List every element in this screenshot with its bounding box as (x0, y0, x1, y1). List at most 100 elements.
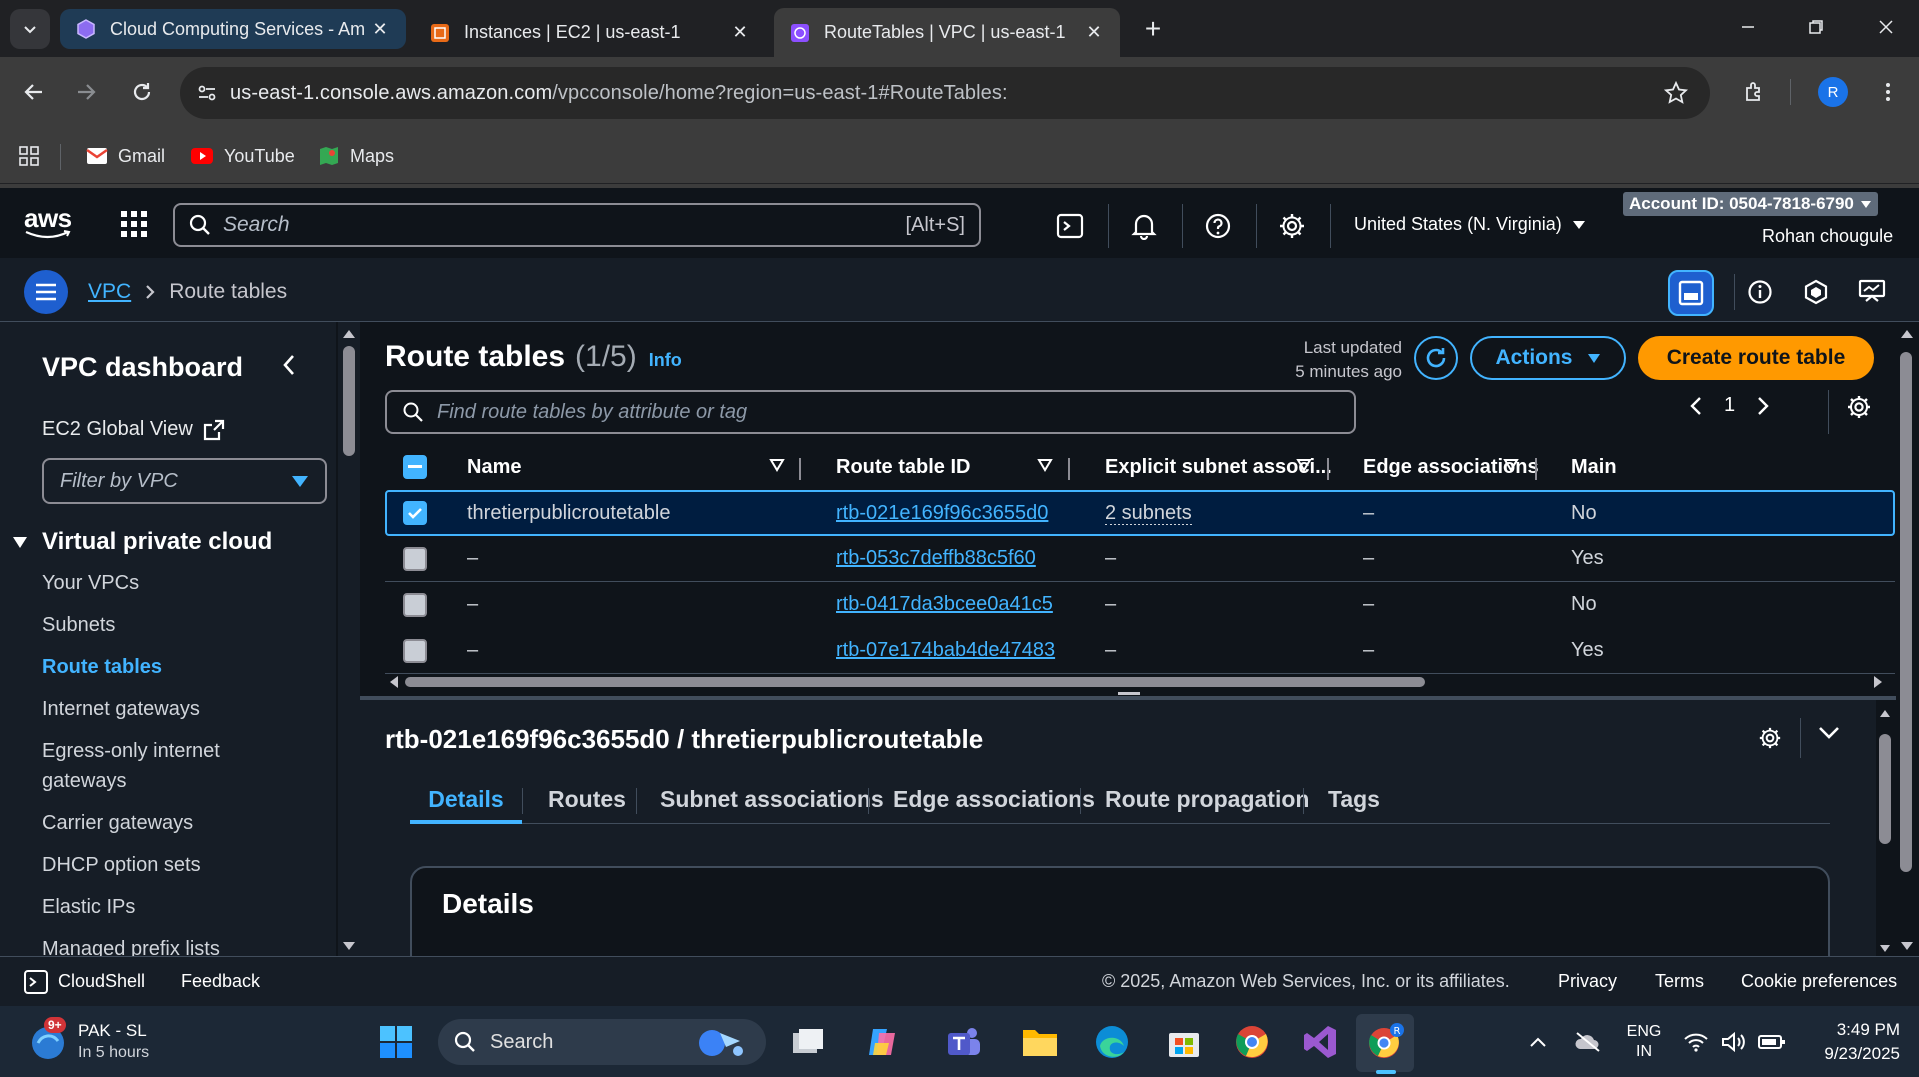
chevron-left-icon[interactable] (1690, 396, 1702, 416)
page-number[interactable]: 1 (1724, 394, 1735, 417)
restore-icon[interactable] (1796, 12, 1836, 42)
chrome-profile-icon[interactable]: R (1364, 1020, 1408, 1064)
table-horizontal-scrollbar[interactable] (385, 674, 1895, 690)
minimize-icon[interactable] (1728, 12, 1768, 42)
microsoft-store-icon[interactable] (1162, 1020, 1206, 1064)
chevron-right-icon[interactable] (1757, 396, 1769, 416)
region-selector[interactable]: United States (N. Virginia) (1354, 214, 1586, 235)
language-indicator[interactable]: ENG IN (1624, 1022, 1664, 1062)
table-row[interactable]: – rtb-053c7deffb88c5f60 – – Yes (385, 536, 1895, 582)
aws-logo[interactable]: aws (24, 205, 72, 240)
route-table-id-link[interactable]: rtb-021e169f96c3655d0 (836, 502, 1136, 525)
user-name[interactable]: Rohan chougule (1762, 226, 1893, 247)
vpc-filter-select[interactable]: Filter by VPC (42, 458, 327, 504)
tab-route-propagation[interactable]: Route propagation (1105, 784, 1309, 824)
split-panel-scroll-thumb[interactable] (1879, 734, 1891, 844)
chevron-left-icon[interactable] (282, 354, 296, 376)
row-checkbox[interactable] (403, 593, 427, 617)
help-icon[interactable] (1202, 210, 1234, 242)
apps-icon[interactable] (18, 138, 40, 174)
aws-search-input[interactable]: Search [Alt+S] (173, 203, 981, 247)
privacy-link[interactable]: Privacy (1558, 971, 1617, 992)
feedback-link[interactable]: Feedback (181, 971, 260, 992)
terms-link[interactable]: Terms (1655, 971, 1704, 992)
breadcrumb-vpc[interactable]: VPC (88, 280, 131, 304)
row-checkbox[interactable] (403, 639, 427, 663)
cloudshell-icon[interactable] (1054, 210, 1086, 242)
column-header-main[interactable]: Main (1571, 456, 1651, 479)
table-row[interactable]: – rtb-07e174bab4de47483 – – Yes (385, 628, 1895, 674)
teams-icon[interactable] (942, 1020, 986, 1064)
menu-kebab-icon[interactable] (1870, 74, 1906, 110)
create-route-table-button[interactable]: Create route table (1638, 336, 1874, 380)
sidebar-item-ec2-global-view[interactable]: EC2 Global View (42, 418, 225, 441)
security-hexagon-icon[interactable] (1796, 272, 1836, 312)
close-icon[interactable]: ✕ (1082, 21, 1106, 45)
back-icon[interactable] (16, 74, 52, 110)
weather-widget[interactable]: 9+ PAK - SL In 5 hours (28, 1017, 288, 1066)
services-grid-icon[interactable] (120, 210, 148, 238)
drag-handle-icon[interactable] (1118, 692, 1140, 695)
visual-studio-icon[interactable] (1298, 1020, 1342, 1064)
close-icon[interactable]: ✕ (728, 21, 752, 45)
route-table-id-link[interactable]: rtb-0417da3bcee0a41c5 (836, 593, 1136, 616)
main-scrollbar[interactable] (1896, 322, 1919, 956)
column-divider[interactable] (799, 458, 801, 480)
info-panel-icon[interactable] (1740, 272, 1780, 312)
edge-browser-icon[interactable] (1090, 1020, 1134, 1064)
table-scroll-thumb[interactable] (405, 677, 1425, 687)
table-row[interactable]: – rtb-0417da3bcee0a41c5 – – No (385, 582, 1895, 624)
chevron-up-icon[interactable] (1516, 1020, 1560, 1064)
menu-hamburger-icon[interactable] (24, 270, 68, 314)
presentation-icon[interactable] (1852, 272, 1892, 312)
account-id-menu[interactable]: Account ID: 0504-7818-6790 (1623, 192, 1878, 216)
sidebar-item-internet-gateways[interactable]: Internet gateways (42, 694, 302, 724)
profile-avatar[interactable]: R (1818, 77, 1848, 107)
split-panel-scrollbar[interactable] (1876, 706, 1894, 956)
bookmark-maps[interactable]: Maps (318, 138, 394, 174)
reload-icon[interactable] (124, 74, 160, 110)
table-row[interactable]: thretierpublicroutetable rtb-021e169f96c… (385, 490, 1895, 536)
tab-edge-associations[interactable]: Edge associations (893, 784, 1095, 824)
route-table-id-text[interactable]: rtb-021e169f96c3655d0 (836, 502, 1048, 524)
tab-subnet-associations[interactable]: Subnet associations (660, 784, 884, 824)
cookie-preferences-link[interactable]: Cookie preferences (1741, 971, 1897, 992)
route-table-id-link[interactable]: rtb-053c7deffb88c5f60 (836, 547, 1136, 570)
sidebar-item-route-tables[interactable]: Route tables (42, 652, 302, 682)
bookmark-youtube[interactable]: YouTube (190, 138, 295, 174)
tab-search-button[interactable] (10, 9, 50, 49)
column-header-name[interactable]: Name (467, 456, 887, 479)
main-scroll-thumb[interactable] (1900, 352, 1912, 872)
collapse-chevron-down-icon[interactable] (1818, 726, 1840, 740)
column-divider[interactable] (1327, 458, 1329, 480)
subnets-popover-text[interactable]: 2 subnets (1105, 501, 1192, 525)
refresh-button[interactable] (1414, 336, 1458, 380)
task-view-icon[interactable] (786, 1020, 830, 1064)
tab-routes[interactable]: Routes (548, 784, 626, 824)
address-bar[interactable]: us-east-1.console.aws.amazon.com/vpccons… (180, 67, 1710, 119)
row-checkbox[interactable] (403, 501, 427, 525)
site-settings-icon[interactable] (196, 82, 218, 104)
table-settings-gear-icon[interactable] (1846, 394, 1872, 420)
forward-icon[interactable] (68, 74, 104, 110)
battery-icon[interactable] (1750, 1020, 1794, 1064)
info-link[interactable]: Info (649, 350, 682, 371)
extensions-icon[interactable] (1736, 74, 1772, 110)
chrome-icon[interactable] (1230, 1020, 1274, 1064)
file-explorer-icon[interactable] (1018, 1020, 1062, 1064)
split-panel-settings-gear-icon[interactable] (1758, 726, 1782, 750)
windows-start-icon[interactable] (374, 1020, 418, 1064)
tab-instances[interactable]: Instances | EC2 | us-east-1 ✕ (414, 8, 766, 57)
close-window-icon[interactable] (1866, 12, 1906, 42)
notifications-bell-icon[interactable] (1128, 210, 1160, 242)
sidebar-item-your-vpcs[interactable]: Your VPCs (42, 568, 302, 598)
split-panel-toggle-icon[interactable] (1668, 270, 1714, 316)
route-table-id-text[interactable]: rtb-0417da3bcee0a41c5 (836, 593, 1053, 615)
onedrive-offline-icon[interactable] (1566, 1020, 1610, 1064)
sidebar-item-subnets[interactable]: Subnets (42, 610, 302, 640)
tab-route-tables[interactable]: RouteTables | VPC | us-east-1 ✕ (774, 8, 1120, 57)
row-checkbox[interactable] (403, 547, 427, 571)
column-divider[interactable] (1068, 458, 1070, 480)
settings-gear-icon[interactable] (1276, 210, 1308, 242)
copilot-icon[interactable] (860, 1020, 904, 1064)
